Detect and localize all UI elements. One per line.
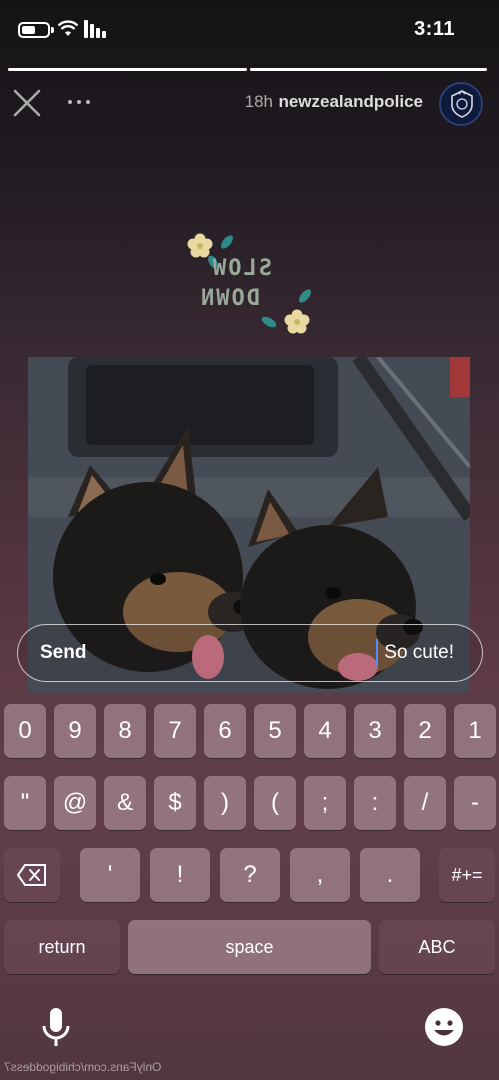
close-icon[interactable] (10, 86, 44, 120)
keyboard-key[interactable]: ; (304, 776, 346, 830)
text-cursor (376, 639, 378, 665)
story-progress-bar (8, 68, 489, 71)
keyboard-key[interactable]: & (104, 776, 146, 830)
slow-down-sticker: SLOW DOWN (185, 232, 315, 337)
story-segment (8, 68, 247, 71)
keyboard-key[interactable]: 3 (354, 704, 396, 758)
keyboard-key[interactable]: - (454, 776, 496, 830)
keyboard-key[interactable]: 7 (154, 704, 196, 758)
story-reply-screen: 3:11 18h newzealandpolice SLOW DOWN Send… (0, 0, 499, 1080)
reply-input[interactable]: Send So cute! (17, 624, 483, 682)
police-badge-icon (451, 90, 473, 118)
status-bar: 3:11 (0, 0, 499, 58)
reply-text: So cute! (384, 642, 454, 663)
microphone-icon[interactable] (40, 1006, 72, 1048)
keyboard-key[interactable]: @ (54, 776, 96, 830)
sticker-text-line1: SLOW (211, 256, 272, 281)
keyboard-key[interactable]: 9 (54, 704, 96, 758)
send-button[interactable]: Send (40, 642, 86, 664)
keyboard-key[interactable]: 5 (254, 704, 296, 758)
keyboard-abc-key[interactable]: ABC (379, 920, 495, 974)
backspace-icon[interactable] (4, 848, 60, 902)
more-options-icon[interactable] (66, 92, 92, 112)
keyboard-key[interactable]: 2 (404, 704, 446, 758)
story-time-ago: 18h (244, 92, 273, 111)
sticker-text-line2: DOWN (199, 286, 260, 311)
battery-icon (18, 22, 54, 38)
wifi-icon (58, 20, 78, 36)
keyboard-space-key[interactable]: space (128, 920, 371, 974)
avatar[interactable] (439, 82, 483, 126)
signal-icon (84, 20, 108, 38)
keyboard-key[interactable]: 8 (104, 704, 146, 758)
keyboard-key[interactable]: , (290, 848, 350, 902)
keyboard-key[interactable]: " (4, 776, 46, 830)
watermark: OnlyFans.com/chibigoddess7 (4, 1060, 162, 1074)
keyboard-key[interactable]: ( (254, 776, 296, 830)
keyboard-key[interactable]: 1 (454, 704, 496, 758)
keyboard-key[interactable]: ' (80, 848, 140, 902)
keyboard-key[interactable]: 6 (204, 704, 246, 758)
keyboard-key[interactable]: 0 (4, 704, 46, 758)
keyboard-key[interactable]: ! (150, 848, 210, 902)
keyboard-key[interactable]: $ (154, 776, 196, 830)
story-segment (250, 68, 487, 71)
keyboard-key[interactable]: 4 (304, 704, 346, 758)
keyboard-key[interactable]: ) (204, 776, 246, 830)
keyboard-key[interactable]: / (404, 776, 446, 830)
story-username[interactable]: newzealandpolice (278, 92, 423, 112)
keyboard-symbols-key[interactable]: #+= (439, 848, 495, 902)
keyboard-return-key[interactable]: return (4, 920, 120, 974)
keyboard-key[interactable]: : (354, 776, 396, 830)
keyboard-key[interactable]: . (360, 848, 420, 902)
status-time: 3:11 (414, 18, 455, 40)
emoji-icon[interactable] (425, 1008, 463, 1046)
keyboard-key[interactable]: ? (220, 848, 280, 902)
